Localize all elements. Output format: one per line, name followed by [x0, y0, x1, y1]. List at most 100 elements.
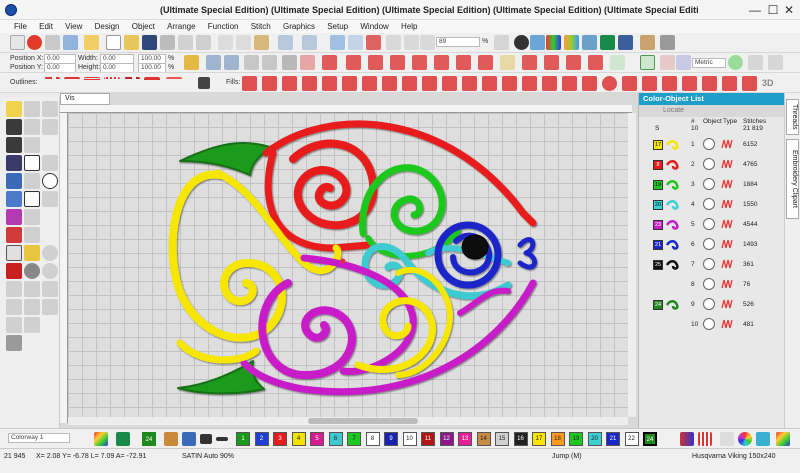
- target-icon[interactable]: [42, 245, 58, 261]
- thread-icon[interactable]: [618, 35, 633, 50]
- save-icon[interactable]: [142, 35, 157, 50]
- fill-applique-icon[interactable]: [682, 76, 697, 91]
- row-color-swatch[interactable]: 20: [653, 200, 663, 210]
- object-row[interactable]: 8 76: [639, 275, 785, 295]
- outline-running-icon[interactable]: [44, 77, 60, 89]
- hoop-preview-icon[interactable]: [640, 35, 655, 50]
- pattern-icon[interactable]: [660, 55, 675, 70]
- fill-tatami-icon[interactable]: [262, 76, 277, 91]
- color-swatch[interactable]: 19: [569, 432, 583, 446]
- menu-file[interactable]: File: [0, 20, 32, 33]
- color-swatch[interactable]: 7: [347, 432, 361, 446]
- fill-pattern-icon[interactable]: [346, 55, 361, 70]
- menu-design[interactable]: Design: [90, 20, 125, 33]
- three-d-button[interactable]: 3D: [762, 78, 774, 88]
- pen-icon[interactable]: [6, 119, 22, 135]
- lips[interactable]: [517, 237, 537, 270]
- color-swatch[interactable]: 5: [310, 432, 324, 446]
- colorway-select[interactable]: Colorway 1: [8, 433, 70, 443]
- stitch-tool-icon[interactable]: [6, 227, 22, 243]
- open-icon[interactable]: [124, 35, 139, 50]
- select-arrow-icon[interactable]: [6, 101, 22, 117]
- distribute-icon[interactable]: [262, 55, 277, 70]
- color-swatch[interactable]: 24: [643, 432, 657, 446]
- color-swatch[interactable]: 6: [328, 432, 343, 446]
- spline-icon[interactable]: [24, 209, 40, 225]
- fill-chenille-icon[interactable]: [662, 76, 677, 91]
- design-canvas[interactable]: [68, 113, 628, 417]
- fill-zigzag-icon[interactable]: [402, 76, 417, 91]
- contour-icon[interactable]: [588, 55, 603, 70]
- split-icon[interactable]: [6, 281, 22, 297]
- color-swatch[interactable]: 21: [606, 432, 620, 446]
- fill-motif-icon[interactable]: [442, 76, 457, 91]
- minimize-button[interactable]: —: [748, 3, 762, 17]
- locate-button[interactable]: Locate: [663, 107, 684, 114]
- grid-icon[interactable]: [494, 35, 509, 50]
- paint-icon[interactable]: [182, 432, 196, 446]
- settings-icon[interactable]: [660, 35, 675, 50]
- menu-edit[interactable]: Edit: [34, 20, 58, 33]
- reshape-icon[interactable]: [24, 119, 40, 135]
- rainbow-grid-icon[interactable]: [776, 432, 790, 446]
- snap-icon[interactable]: [768, 55, 783, 70]
- color-swatch[interactable]: 12: [439, 432, 454, 446]
- hoop-view-icon[interactable]: [610, 55, 625, 70]
- vertical-scrollbar[interactable]: [628, 113, 636, 417]
- stipple-icon[interactable]: [522, 55, 537, 70]
- object-row[interactable]: 17 1 6152: [639, 135, 785, 155]
- fill-pattern-fill-icon[interactable]: [302, 76, 317, 91]
- frame-icon[interactable]: [640, 55, 655, 70]
- palette-swatch-icon[interactable]: [94, 432, 108, 446]
- zigzag-icon[interactable]: [322, 55, 337, 70]
- text-icon[interactable]: [6, 155, 22, 171]
- object-row[interactable]: 10 481: [639, 315, 785, 335]
- fill-wing-icon[interactable]: [582, 76, 597, 91]
- current-color-swatch[interactable]: 24: [142, 432, 156, 446]
- shirt-color-icon[interactable]: [116, 432, 130, 446]
- row-color-swatch[interactable]: 23: [653, 220, 663, 230]
- polygon-icon[interactable]: [24, 191, 40, 207]
- yellow-bottom-spiral[interactable]: [354, 297, 437, 373]
- fill-cutwork-icon[interactable]: [722, 76, 737, 91]
- fill-sequins-icon[interactable]: [742, 76, 757, 91]
- document-tab[interactable]: Vis: [60, 93, 110, 105]
- fill-heart-icon[interactable]: [542, 76, 557, 91]
- monogram-icon[interactable]: [42, 155, 58, 171]
- color-swatch[interactable]: 17: [532, 432, 546, 446]
- gear-icon[interactable]: [24, 263, 40, 279]
- palette-icon[interactable]: [564, 35, 579, 50]
- fish-design[interactable]: [68, 113, 628, 417]
- color-swatch[interactable]: 15: [495, 432, 509, 446]
- path-icon[interactable]: [24, 227, 40, 243]
- color-swatch[interactable]: 11: [421, 432, 435, 446]
- home-icon[interactable]: [10, 35, 25, 50]
- tatami-icon[interactable]: [412, 55, 427, 70]
- fill-crosshatch-icon[interactable]: [502, 76, 517, 91]
- hand-icon[interactable]: [386, 35, 401, 50]
- height-percent-field[interactable]: 100.00: [138, 63, 166, 72]
- remove-color-icon[interactable]: [216, 437, 228, 441]
- satin-icon[interactable]: [390, 55, 405, 70]
- ellipse-icon[interactable]: [6, 173, 22, 189]
- node-icon[interactable]: [300, 55, 315, 70]
- row-color-swatch[interactable]: 19: [653, 180, 663, 190]
- curve-icon[interactable]: [676, 55, 691, 70]
- properties-icon[interactable]: [530, 35, 545, 50]
- fill-step-icon[interactable]: [282, 76, 297, 91]
- color-wheel-icon[interactable]: [738, 432, 752, 446]
- measure-icon[interactable]: [748, 55, 763, 70]
- fill-lace-icon[interactable]: [702, 76, 717, 91]
- menu-object[interactable]: Object: [127, 20, 160, 33]
- clipart-tab[interactable]: Embroidery Clipart: [786, 139, 799, 219]
- zoom-field[interactable]: 89: [436, 37, 480, 47]
- color-swatch[interactable]: 14: [476, 432, 491, 446]
- align-icon[interactable]: [244, 55, 259, 70]
- color-grid-icon[interactable]: [582, 35, 597, 50]
- trim-icon[interactable]: [24, 299, 40, 315]
- pin-icon[interactable]: [45, 35, 60, 50]
- mirror-icon[interactable]: [42, 281, 58, 297]
- eye-pupil[interactable]: [461, 234, 489, 260]
- knife-icon[interactable]: [42, 119, 58, 135]
- fill-gradient-icon[interactable]: [522, 76, 537, 91]
